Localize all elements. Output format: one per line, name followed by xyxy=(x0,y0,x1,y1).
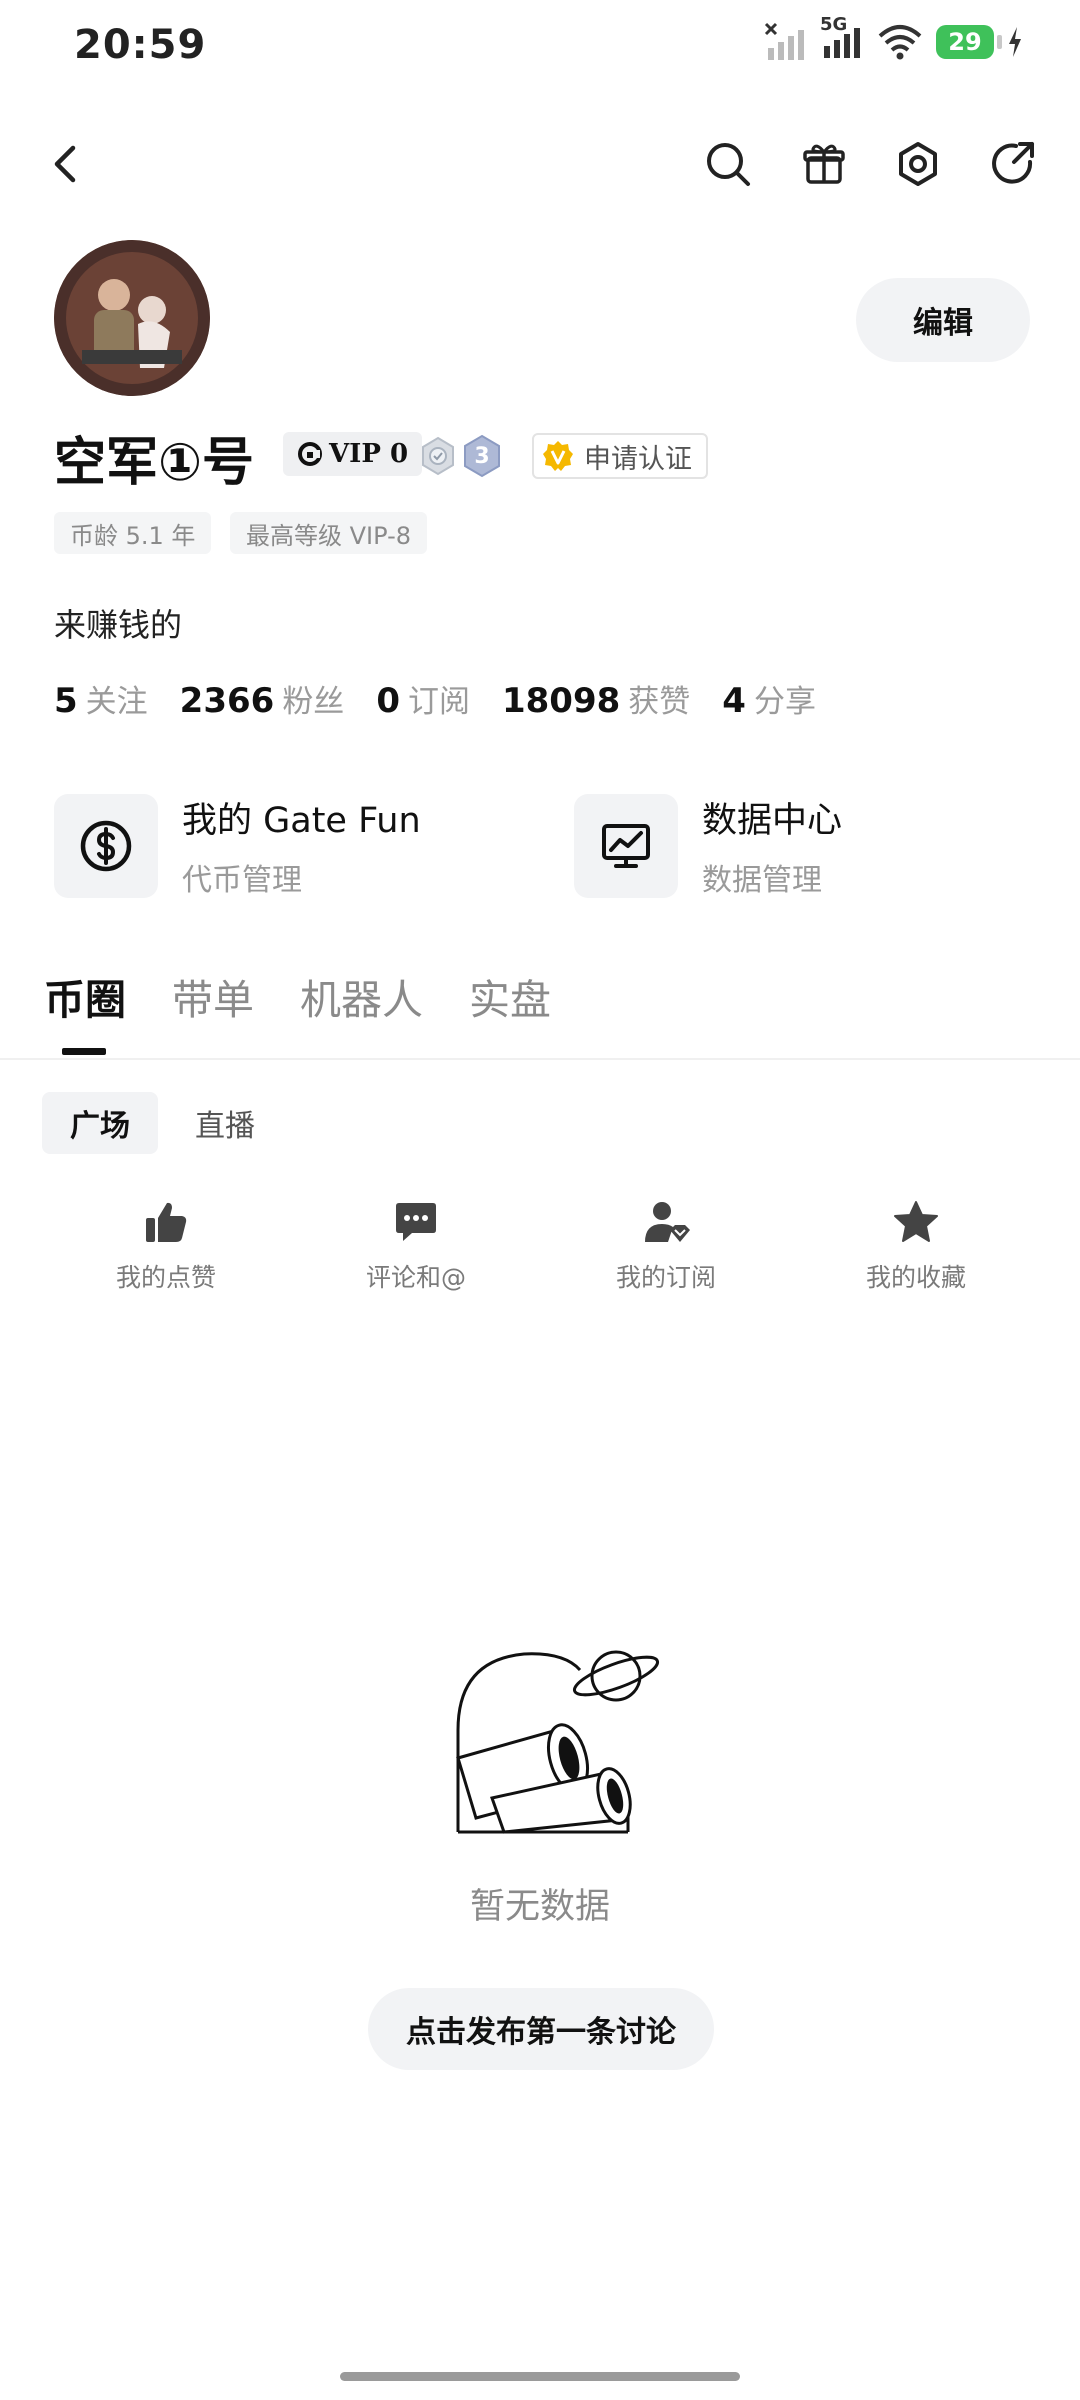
bio: 来赚钱的 xyxy=(54,606,183,644)
data-center-card[interactable]: 数据中心 数据管理 xyxy=(574,792,842,899)
subtab-live[interactable]: 直播 xyxy=(170,1092,280,1154)
my-favorites-shortcut[interactable]: 我的收藏 xyxy=(836,1200,996,1294)
stat-label: 关注 xyxy=(85,684,148,720)
no-signal-icon xyxy=(764,22,804,60)
level-badge[interactable]: 3 xyxy=(462,434,502,478)
dollar-icon xyxy=(80,820,132,871)
coin-age-tag: 币龄 5.1 年 xyxy=(54,512,212,554)
gift-button[interactable] xyxy=(796,136,852,192)
certification-label: 申请认证 xyxy=(584,443,692,475)
stat-followers[interactable]: 2366 粉丝 xyxy=(180,676,345,721)
share-icon xyxy=(992,142,1034,184)
empty-telescope-illustration xyxy=(456,1650,660,1834)
subtab-square[interactable]: 广场 xyxy=(42,1092,158,1154)
apply-certification-button[interactable]: 申请认证 xyxy=(532,433,708,479)
stat-shares[interactable]: 4 分享 xyxy=(722,676,816,721)
stat-label: 订阅 xyxy=(407,684,470,720)
vip-badge[interactable]: VIP 0 xyxy=(283,432,423,476)
signal-5g: 5G xyxy=(820,14,864,64)
stats-row: 5 关注 2366 粉丝 0 订阅 18098 获赞 4 分享 xyxy=(54,676,816,721)
stat-likes[interactable]: 18098 获赞 xyxy=(502,676,690,721)
status-time: 20:59 xyxy=(74,22,207,68)
search-button[interactable] xyxy=(700,136,756,192)
main-tabs: 币圈 带单 机器人 实盘 xyxy=(44,966,551,1026)
my-likes-shortcut[interactable]: 我的点赞 xyxy=(86,1200,246,1294)
avatar-image xyxy=(54,240,210,396)
stat-subscriptions[interactable]: 0 订阅 xyxy=(376,676,470,721)
empty-state-text: 暂无数据 xyxy=(469,1887,610,1927)
stat-number: 2366 xyxy=(179,681,275,721)
chart-icon xyxy=(602,823,650,868)
wifi-icon xyxy=(878,25,922,60)
stat-following[interactable]: 5 关注 xyxy=(54,676,148,721)
card-title: 数据中心 xyxy=(702,801,843,841)
stat-number: 4 xyxy=(722,681,746,721)
back-button[interactable] xyxy=(36,136,92,192)
active-tab-indicator xyxy=(62,1048,106,1055)
verified-badge-icon xyxy=(543,441,573,471)
comment-icon xyxy=(396,1203,436,1241)
silver-medal-icon[interactable] xyxy=(420,436,456,476)
stat-number: 0 xyxy=(376,681,400,721)
comments-mentions-shortcut[interactable]: 评论和@ xyxy=(336,1200,496,1294)
tab-divider xyxy=(0,1058,1080,1060)
settings-icon xyxy=(899,142,937,186)
shortcut-label: 评论和@ xyxy=(365,1263,466,1292)
tab-bots[interactable]: 机器人 xyxy=(300,966,423,1026)
chart-icon-box xyxy=(574,793,678,898)
dollar-icon-box xyxy=(54,793,158,898)
my-subscriptions-shortcut[interactable]: 我的订阅 xyxy=(586,1200,746,1294)
thumbs-up-icon xyxy=(146,1202,187,1242)
card-subtitle: 代币管理 xyxy=(182,863,302,898)
stat-number: 5 xyxy=(54,681,78,721)
star-icon xyxy=(894,1201,938,1242)
subscription-icon xyxy=(645,1202,690,1242)
tab-crypto-circle[interactable]: 币圈 xyxy=(44,966,126,1026)
search-icon xyxy=(707,143,750,186)
level-badge-label: 3 xyxy=(474,443,490,469)
share-button[interactable] xyxy=(986,136,1042,192)
tab-live-trading[interactable]: 实盘 xyxy=(469,966,551,1026)
shortcut-label: 我的收藏 xyxy=(865,1263,966,1292)
settings-button[interactable] xyxy=(890,136,946,192)
shortcut-label: 我的订阅 xyxy=(615,1263,716,1292)
edit-profile-button[interactable]: 编辑 xyxy=(856,278,1030,362)
avatar[interactable] xyxy=(54,240,210,396)
vip-logo-icon xyxy=(298,442,322,466)
stat-label: 获赞 xyxy=(628,684,691,720)
stat-label: 分享 xyxy=(753,684,816,720)
username: 空军①号 xyxy=(54,433,255,493)
post-first-discussion-button[interactable]: 点击发布第一条讨论 xyxy=(368,1988,714,2070)
home-indicator[interactable] xyxy=(340,2372,740,2381)
gift-icon xyxy=(803,144,845,184)
stat-label: 粉丝 xyxy=(282,684,345,720)
max-level-tag: 最高等级 VIP-8 xyxy=(230,512,427,554)
shortcut-label: 我的点赞 xyxy=(115,1263,216,1292)
stat-number: 18098 xyxy=(501,681,621,721)
tab-copy-trading[interactable]: 带单 xyxy=(172,966,254,1026)
back-icon xyxy=(54,145,76,183)
card-title: 我的 Gate Fun xyxy=(182,801,421,841)
network-label: 5G xyxy=(820,14,848,35)
charging-icon xyxy=(1009,27,1021,57)
gate-fun-card[interactable]: 我的 Gate Fun 代币管理 xyxy=(54,792,421,899)
vip-label: VIP 0 xyxy=(329,439,409,469)
battery-indicator: 29 xyxy=(936,25,1002,59)
card-subtitle: 数据管理 xyxy=(702,863,822,898)
status-icons: 5G 29 xyxy=(764,14,1024,64)
